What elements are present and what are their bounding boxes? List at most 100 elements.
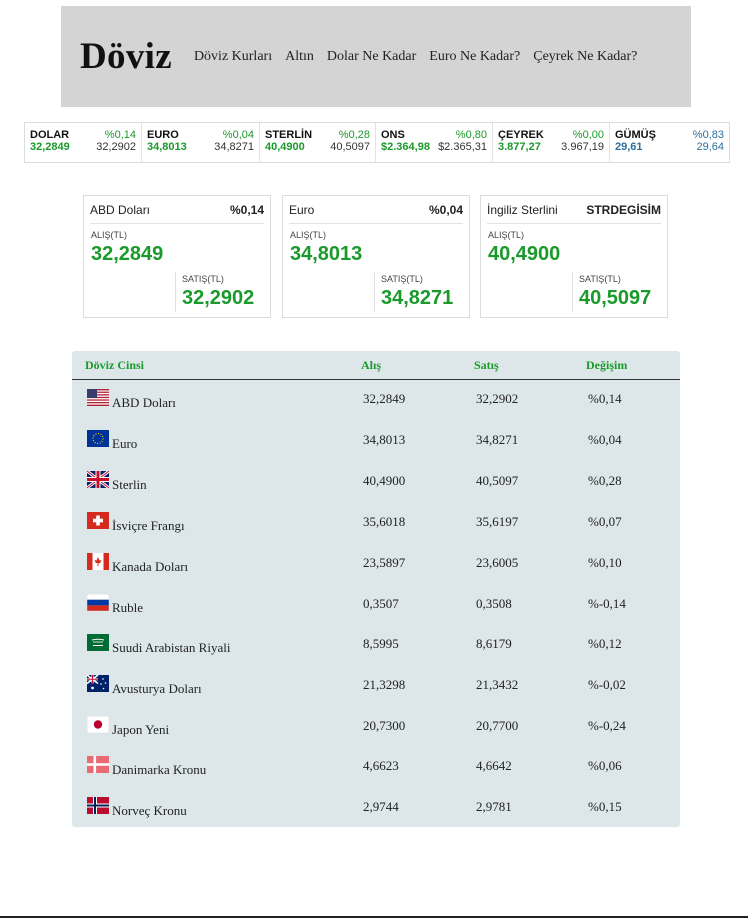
currency-name: ABD Doları <box>112 395 176 410</box>
change-value: %-0,14 <box>588 596 626 611</box>
buy-value: 34,8013 <box>363 432 406 447</box>
currency-name: Danimarka Kronu <box>112 762 207 777</box>
table-row[interactable]: ABD Doları 32,2849 32,2902 %0,14 <box>72 389 680 430</box>
nav-euro-ne-kadar[interactable]: Euro Ne Kadar? <box>429 49 520 65</box>
ticker-buy: 29,61 <box>615 141 643 153</box>
site-logo[interactable]: Döviz <box>80 35 172 78</box>
sell-label: SATIŞ(TL) <box>579 274 621 284</box>
currency-name: Suudi Arabistan Riyali <box>112 640 231 655</box>
ch-flag-icon <box>87 512 109 529</box>
table-row[interactable]: Suudi Arabistan Riyali 8,5995 8,6179 %0,… <box>72 634 680 675</box>
sell-value: 32,2902 <box>476 391 519 406</box>
sell-value: 40,5097 <box>476 473 519 488</box>
card-divider <box>374 272 375 312</box>
change-value: %0,15 <box>588 799 622 814</box>
column-header-doviz-cinsi: Döviz Cinsi <box>85 358 145 372</box>
buy-label: ALIŞ(TL) <box>488 230 525 240</box>
currency-name: Norveç Kronu <box>112 803 187 818</box>
card-title: Euro <box>289 202 315 217</box>
card-divider <box>572 272 573 312</box>
table-header: Döviz Cinsi Alış Satış Değişim <box>72 351 680 380</box>
ticker-change: %0,14 <box>104 129 136 141</box>
uk-flag-icon <box>87 471 109 488</box>
sa-flag-icon <box>87 634 109 651</box>
ticker-buy: 32,2849 <box>30 141 70 153</box>
ticker-sell: 40,5097 <box>330 141 370 153</box>
table-row[interactable]: Kanada Doları 23,5897 23,6005 %0,10 <box>72 553 680 594</box>
ticker-sell: 29,64 <box>696 141 724 153</box>
nav-dolar-ne-kadar[interactable]: Dolar Ne Kadar <box>327 49 416 65</box>
dk-flag-icon <box>87 756 109 773</box>
card-header: ABD Doları %0,14 <box>90 196 264 224</box>
currency-name: Sterlin <box>112 477 147 492</box>
ticker-buy: 3.877,27 <box>498 141 541 153</box>
ticker-item-ceyrek[interactable]: ÇEYREK %0,00 3.877,27 3.967,19 <box>493 123 610 162</box>
site-header: Döviz Döviz Kurları Altın Dolar Ne Kadar… <box>61 6 691 107</box>
currency-name: İsviçre Frangı <box>112 518 185 533</box>
nav-ceyrek-ne-kadar[interactable]: Çeyrek Ne Kadar? <box>533 49 637 65</box>
footer-divider <box>0 916 748 918</box>
change-value: %0,07 <box>588 514 622 529</box>
ticker-item-dolar[interactable]: DOLAR %0,14 32,2849 32,2902 <box>25 123 142 162</box>
ca-flag-icon <box>87 553 109 570</box>
ticker-name: EURO <box>147 129 179 141</box>
sell-label: SATIŞ(TL) <box>381 274 423 284</box>
ticker-buy: $2.364,98 <box>381 141 430 153</box>
buy-value: 2,9744 <box>363 799 399 814</box>
table-row[interactable]: Ruble 0,3507 0,3508 %-0,14 <box>72 594 680 635</box>
card-title: ABD Doları <box>90 202 151 217</box>
ticker-change: %0,00 <box>572 129 604 141</box>
sell-value: 40,5097 <box>579 287 652 309</box>
nav-altin[interactable]: Altın <box>285 49 314 65</box>
table-row[interactable]: İsviçre Frangı 35,6018 35,6197 %0,07 <box>72 512 680 553</box>
sell-value: 32,2902 <box>182 287 255 309</box>
ticker-sell: $2.365,31 <box>438 141 487 153</box>
card-header: İngiliz Sterlini STRDEGİSİM <box>487 196 661 224</box>
ticker-buy: 40,4900 <box>265 141 305 153</box>
card-euro[interactable]: Euro %0,04 ALIŞ(TL) 34,8013 SATIŞ(TL) 34,… <box>282 195 470 318</box>
jp-flag-icon <box>87 716 109 733</box>
buy-value: 23,5897 <box>363 555 406 570</box>
buy-value: 4,6623 <box>363 758 399 773</box>
table-row[interactable]: Euro 34,8013 34,8271 %0,04 <box>72 430 680 471</box>
sell-value: 34,8271 <box>381 287 454 309</box>
ticker-name: GÜMÜŞ <box>615 129 656 141</box>
sell-label: SATIŞ(TL) <box>182 274 224 284</box>
ticker-change: %0,83 <box>692 129 724 141</box>
currency-name: Avusturya Doları <box>112 681 202 696</box>
card-abd-dolari[interactable]: ABD Doları %0,14 ALIŞ(TL) 32,2849 SATIŞ(T… <box>83 195 271 318</box>
card-ingiliz-sterlini[interactable]: İngiliz Sterlini STRDEGİSİM ALIŞ(TL) 40,4… <box>480 195 668 318</box>
card-title: İngiliz Sterlini <box>487 202 558 217</box>
buy-value: 8,5995 <box>363 636 399 651</box>
currency-name: Euro <box>112 436 138 451</box>
buy-value: 40,4900 <box>363 473 406 488</box>
no-flag-icon <box>87 797 109 814</box>
sell-value: 8,6179 <box>476 636 512 651</box>
card-header: Euro %0,04 <box>289 196 463 224</box>
ticker-sell: 32,2902 <box>96 141 136 153</box>
table-row[interactable]: Norveç Kronu 2,9744 2,9781 %0,15 <box>72 797 680 838</box>
column-header-satis: Satış <box>474 358 499 372</box>
buy-value: 34,8013 <box>290 243 363 265</box>
buy-label: ALIŞ(TL) <box>290 230 327 240</box>
card-change: %0,14 <box>229 202 264 217</box>
ticker-name: DOLAR <box>30 129 70 141</box>
ticker-item-gumus[interactable]: GÜMÜŞ %0,83 29,61 29,64 <box>610 123 729 162</box>
sell-value: 21,3432 <box>476 677 519 692</box>
change-value: %0,10 <box>588 555 622 570</box>
nav-doviz-kurlari[interactable]: Döviz Kurları <box>194 49 272 65</box>
ticker-item-sterlin[interactable]: STERLİN %0,28 40,4900 40,5097 <box>260 123 376 162</box>
table-row[interactable]: Japon Yeni 20,7300 20,7700 %-0,24 <box>72 716 680 757</box>
ticker-item-ons[interactable]: ONS %0,80 $2.364,98 $2.365,31 <box>376 123 493 162</box>
table-row[interactable]: Danimarka Kronu 4,6623 4,6642 %0,06 <box>72 756 680 797</box>
buy-value: 21,3298 <box>363 677 406 692</box>
change-value: %0,14 <box>588 391 622 406</box>
sell-value: 2,9781 <box>476 799 512 814</box>
sell-value: 4,6642 <box>476 758 512 773</box>
table-row[interactable]: Avusturya Doları 21,3298 21,3432 %-0,02 <box>72 675 680 716</box>
sell-value: 34,8271 <box>476 432 519 447</box>
us-flag-icon <box>87 389 109 406</box>
table-row[interactable]: Sterlin 40,4900 40,5097 %0,28 <box>72 471 680 512</box>
ticker-change: %0,80 <box>455 129 487 141</box>
ticker-item-euro[interactable]: EURO %0,04 34,8013 34,8271 <box>142 123 260 162</box>
